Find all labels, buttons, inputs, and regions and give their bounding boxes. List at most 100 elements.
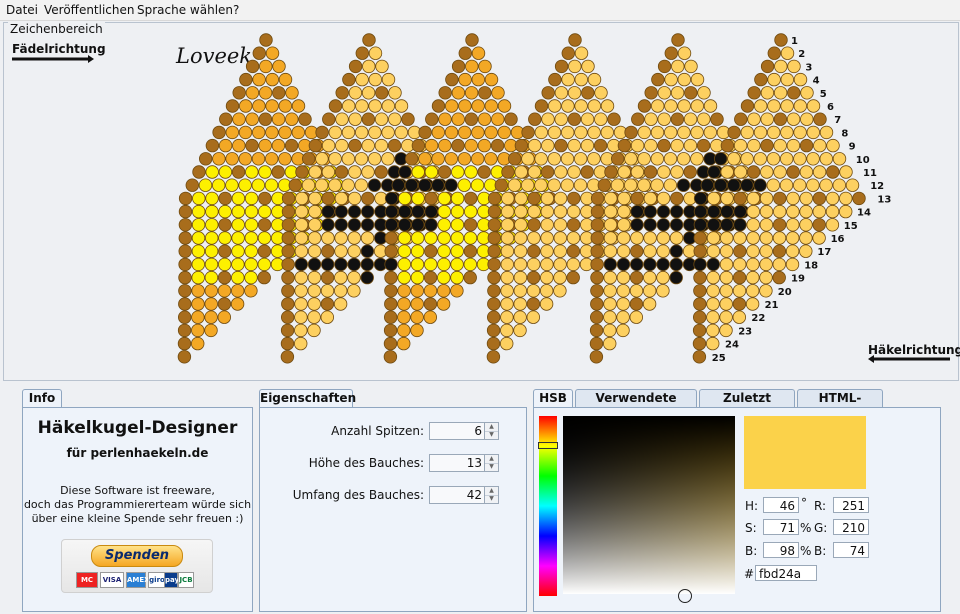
hue-slider-thumb-icon[interactable] <box>538 442 558 449</box>
bead <box>281 218 296 232</box>
hue-slider[interactable] <box>538 416 558 596</box>
anzahl-spitzen-value[interactable]: 6 <box>474 424 482 438</box>
spinner-down-icon[interactable]: ▼ <box>485 463 498 471</box>
bead <box>732 284 747 298</box>
umfang-bauches-value[interactable]: 42 <box>467 488 482 502</box>
bead <box>178 270 192 285</box>
umfang-bauches-spinner[interactable]: 42 ▲ ▼ <box>429 486 499 504</box>
row-number-label: 17 <box>817 247 831 258</box>
bead <box>464 165 478 179</box>
thread-direction-arrowhead-icon <box>88 55 94 63</box>
bead <box>793 99 808 113</box>
saturation-brightness-picker[interactable] <box>563 416 735 603</box>
bead <box>616 297 630 311</box>
bead <box>438 112 452 126</box>
bead <box>464 138 478 153</box>
menu-veroeffentlichen[interactable]: Veröffentlichen <box>44 3 135 17</box>
bead <box>388 86 402 100</box>
bead <box>693 310 707 324</box>
row-number-label: 16 <box>831 234 845 245</box>
bead <box>487 191 502 206</box>
tab-zuletzt-benutzt[interactable]: Zuletzt benutzt <box>699 389 795 422</box>
bead <box>238 99 253 113</box>
row-number-label: 7 <box>834 115 841 126</box>
bead <box>410 297 424 311</box>
bead <box>321 204 335 219</box>
g-field[interactable]: 210 <box>833 519 869 535</box>
tab-hsb[interactable]: HSB <box>533 389 573 407</box>
tab-info[interactable]: Info <box>22 389 62 407</box>
bead <box>361 191 375 206</box>
r-field[interactable]: 251 <box>833 497 869 513</box>
menu-sprache-waehlen[interactable]: Sprache wählen <box>137 3 233 17</box>
s-field[interactable]: 71 <box>763 519 799 535</box>
bead <box>411 218 425 232</box>
hoehe-bauches-label: Höhe des Bauches: <box>308 456 424 470</box>
bead <box>394 99 409 113</box>
bead <box>526 310 541 324</box>
tab-html-farben[interactable]: HTML-Farben <box>797 389 883 422</box>
menu-datei[interactable]: Datei <box>6 3 38 17</box>
bead <box>360 218 375 232</box>
bead <box>800 112 814 126</box>
row-number-label: 2 <box>798 49 805 60</box>
bead <box>713 178 728 192</box>
bead <box>360 270 374 285</box>
b-field[interactable]: 98 <box>763 542 799 558</box>
bead <box>265 46 280 60</box>
picker-cursor-icon[interactable] <box>678 589 692 603</box>
bead <box>471 125 485 140</box>
spinner-down-icon[interactable]: ▼ <box>485 431 498 439</box>
bead <box>786 165 800 179</box>
bead <box>567 86 582 100</box>
bead <box>437 257 451 272</box>
bead-canvas[interactable]: Loveek 123456789101112131415161718192021… <box>4 23 958 380</box>
bead <box>772 257 787 272</box>
bead <box>405 152 419 166</box>
bead <box>321 138 336 153</box>
hoehe-bauches-spinner[interactable]: 13 ▲ ▼ <box>429 454 499 472</box>
bead <box>567 138 581 153</box>
donate-button[interactable]: Spenden <box>91 545 183 567</box>
h-field[interactable]: 46 <box>763 497 799 513</box>
bead <box>603 231 618 245</box>
bead <box>334 244 348 258</box>
menu-help[interactable]: ? <box>233 3 239 17</box>
bead <box>477 138 492 153</box>
bead <box>581 86 595 100</box>
bead <box>308 204 322 219</box>
bead <box>774 33 788 47</box>
bead <box>727 178 741 192</box>
tab-verwendete-farben[interactable]: Verwendete Farben <box>575 389 697 422</box>
bead <box>191 297 205 311</box>
bead <box>252 46 267 60</box>
bead <box>192 165 206 179</box>
bead <box>381 152 395 166</box>
bead <box>218 244 232 258</box>
bead <box>787 59 801 74</box>
bead <box>779 178 794 192</box>
bead <box>617 231 631 245</box>
hoehe-bauches-value[interactable]: 13 <box>467 456 482 470</box>
bead <box>746 204 761 219</box>
bead <box>375 59 389 74</box>
bead <box>773 204 787 219</box>
bead <box>732 310 747 324</box>
bead <box>487 284 501 298</box>
bead <box>361 204 375 219</box>
hex-field[interactable]: fbd24a <box>755 565 817 581</box>
bead <box>302 152 316 166</box>
bead <box>693 257 707 272</box>
bead <box>746 191 761 206</box>
bead <box>334 284 348 298</box>
anzahl-spitzen-spinner[interactable]: 6 ▲ ▼ <box>429 422 499 440</box>
blue-field[interactable]: 74 <box>833 542 869 558</box>
spinner-down-icon[interactable]: ▼ <box>485 495 498 503</box>
bead <box>284 138 299 153</box>
bead <box>278 72 293 87</box>
bead <box>348 112 362 126</box>
tab-eigenschaften[interactable]: Eigenschaften <box>259 389 356 407</box>
bead <box>573 178 588 192</box>
bead <box>384 204 399 219</box>
bead <box>362 33 376 47</box>
